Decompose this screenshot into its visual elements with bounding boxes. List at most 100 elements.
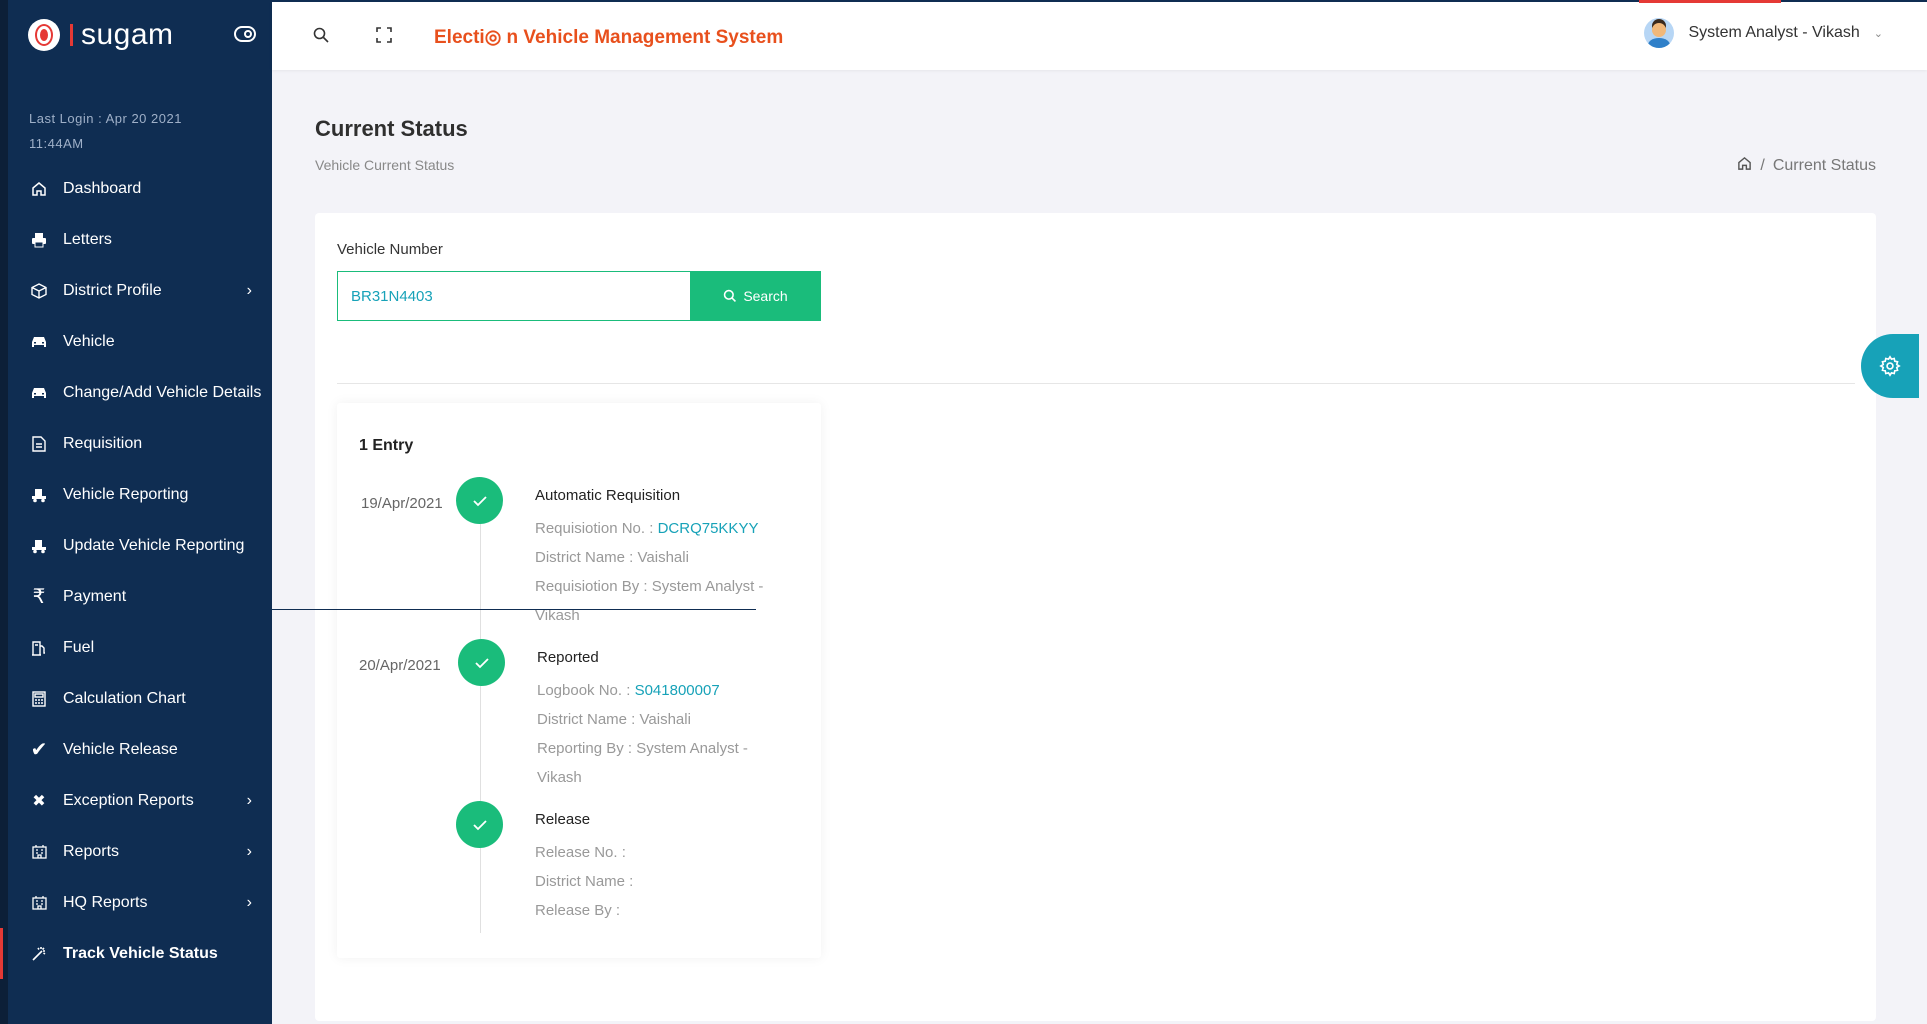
sidebar-item-change-add-vehicle-details[interactable]: Change/Add Vehicle Details bbox=[8, 367, 272, 418]
sidebar-item-district-profile[interactable]: District Profile › bbox=[8, 265, 272, 316]
sidebar-toggle-icon[interactable] bbox=[234, 26, 256, 42]
close-icon: ✖ bbox=[32, 792, 46, 810]
sidebar-item-label: Exception Reports bbox=[63, 791, 194, 809]
car-icon bbox=[29, 383, 49, 403]
rupee-icon: ₹ bbox=[32, 586, 46, 608]
vehicle-number-input[interactable] bbox=[337, 271, 690, 321]
truck-icon bbox=[29, 536, 49, 556]
sidebar-item-letters[interactable]: Letters bbox=[8, 214, 272, 265]
chevron-right-icon: › bbox=[246, 893, 252, 911]
sidebar-item-label: District Profile bbox=[63, 281, 162, 299]
sidebar: sugam Last Login : Apr 20 2021 11:44AM D… bbox=[0, 0, 272, 1024]
sidebar-item-label: Requisition bbox=[63, 434, 143, 452]
sidebar-item-vehicle-release[interactable]: ✔ Vehicle Release bbox=[8, 724, 272, 775]
chevron-right-icon: › bbox=[246, 842, 252, 860]
status-card: Vehicle Number Search 1 Entry 19/Apr/202… bbox=[315, 213, 1876, 1021]
sidebar-item-track-vehicle-status[interactable]: Track Vehicle Status bbox=[0, 928, 272, 979]
app-title: Electi◎ n Vehicle Management System bbox=[434, 27, 784, 48]
timeline-event-title: Release bbox=[535, 811, 591, 828]
district-name: District Name : Vaishali bbox=[535, 549, 689, 566]
district-name: District Name : Vaishali bbox=[537, 711, 691, 728]
sidebar-item-label: Payment bbox=[63, 587, 127, 605]
divider-line bbox=[272, 609, 756, 610]
breadcrumb-current: Current Status bbox=[1772, 157, 1876, 174]
sidebar-item-label: Vehicle Reporting bbox=[63, 485, 189, 503]
sidebar-item-label: Vehicle Release bbox=[63, 740, 178, 758]
home-icon[interactable] bbox=[1737, 156, 1752, 176]
page-title: Current Status bbox=[315, 116, 468, 141]
sidebar-item-reports[interactable]: Reports › bbox=[8, 826, 272, 877]
sidebar-item-vehicle-reporting[interactable]: Vehicle Reporting bbox=[8, 469, 272, 520]
chevron-right-icon: › bbox=[246, 281, 252, 299]
release-number: Release No. : bbox=[535, 844, 626, 861]
search-button[interactable]: Search bbox=[690, 271, 821, 321]
timeline-date: 19/Apr/2021 bbox=[361, 495, 443, 512]
brand-logo-icon bbox=[28, 19, 60, 51]
sidebar-item-vehicle[interactable]: Vehicle bbox=[8, 316, 272, 367]
chevron-down-icon: ⌄ bbox=[1873, 27, 1883, 40]
timeline-connector bbox=[480, 493, 481, 933]
topbar: Electi◎ n Vehicle Management System Syst… bbox=[272, 0, 1927, 70]
fuel-icon bbox=[29, 638, 49, 658]
requisition-by: Requisiotion By : System Analyst - Vikas… bbox=[535, 578, 764, 624]
cube-icon bbox=[29, 281, 49, 301]
search-button-label: Search bbox=[743, 288, 788, 304]
field-label: Requisiotion No. : bbox=[535, 520, 658, 537]
sidebar-item-requisition[interactable]: Requisition bbox=[8, 418, 272, 469]
document-icon bbox=[29, 434, 49, 454]
check-icon bbox=[456, 477, 503, 524]
timeline-event-title: Reported bbox=[537, 649, 599, 666]
timeline-event: Reported Logbook No. : S041800007 Distri… bbox=[537, 649, 787, 792]
sidebar-item-exception-reports[interactable]: ✖ Exception Reports › bbox=[8, 775, 272, 826]
settings-button[interactable] bbox=[1861, 334, 1919, 398]
release-by: Release By : bbox=[535, 902, 621, 919]
sidebar-item-dashboard[interactable]: Dashboard bbox=[8, 163, 272, 214]
requisition-number-value[interactable]: DCRQ75KKYY bbox=[658, 520, 759, 537]
timeline-event: Release Release No. : District Name : Re… bbox=[535, 811, 785, 925]
sidebar-item-update-vehicle-reporting[interactable]: Update Vehicle Reporting bbox=[8, 520, 272, 571]
fullscreen-icon[interactable] bbox=[375, 26, 393, 44]
divider bbox=[337, 383, 1855, 384]
sidebar-item-payment[interactable]: ₹ Payment bbox=[8, 571, 272, 622]
check-icon bbox=[456, 801, 503, 848]
user-menu[interactable]: System Analyst - Vikash ⌄ bbox=[1644, 18, 1883, 48]
vehicle-number-label: Vehicle Number bbox=[337, 241, 443, 258]
search-icon[interactable] bbox=[312, 26, 330, 44]
sidebar-item-label: Fuel bbox=[63, 638, 95, 656]
sidebar-item-label: Dashboard bbox=[63, 179, 142, 197]
sidebar-item-label: HQ Reports bbox=[63, 893, 148, 911]
sidebar-item-label: Change/Add Vehicle Details bbox=[63, 383, 262, 401]
district-name: District Name : bbox=[535, 873, 634, 890]
home-icon bbox=[29, 179, 49, 199]
sidebar-item-hq-reports[interactable]: HQ Reports › bbox=[8, 877, 272, 928]
calculator-icon bbox=[29, 689, 49, 709]
breadcrumb-separator: / bbox=[1760, 157, 1765, 174]
timeline-card: 1 Entry 19/Apr/2021 Automatic Requisitio… bbox=[337, 403, 821, 958]
chevron-right-icon: › bbox=[246, 791, 252, 809]
entry-count: 1 Entry bbox=[359, 437, 414, 454]
sidebar-item-label: Calculation Chart bbox=[63, 689, 186, 707]
field-label: Logbook No. : bbox=[537, 682, 635, 699]
brand-name: sugam bbox=[81, 18, 174, 51]
logbook-number-value[interactable]: S041800007 bbox=[635, 682, 720, 699]
brand: sugam bbox=[8, 0, 272, 70]
sidebar-item-label: Track Vehicle Status bbox=[63, 944, 218, 962]
timeline-event-title: Automatic Requisition bbox=[535, 487, 681, 504]
sidebar-item-fuel[interactable]: Fuel bbox=[8, 622, 272, 673]
sidebar-item-label: Reports bbox=[63, 842, 120, 860]
sidebar-item-label: Vehicle bbox=[63, 332, 115, 350]
breadcrumb: / Current Status bbox=[1737, 156, 1876, 176]
top-accent-strip bbox=[1639, 0, 1781, 3]
building-icon bbox=[29, 893, 49, 913]
sidebar-item-label: Letters bbox=[63, 230, 112, 248]
check-icon: ✔ bbox=[30, 739, 48, 761]
check-icon bbox=[458, 639, 505, 686]
reporting-by: Reporting By : System Analyst - Vikash bbox=[537, 740, 748, 786]
car-icon bbox=[29, 332, 49, 352]
sidebar-item-calculation-chart[interactable]: Calculation Chart bbox=[8, 673, 272, 724]
page-subtitle: Vehicle Current Status bbox=[315, 157, 455, 173]
logbook-number: Logbook No. : S041800007 bbox=[537, 676, 787, 705]
brand-separator bbox=[70, 24, 73, 46]
sidebar-item-label: Update Vehicle Reporting bbox=[63, 536, 245, 554]
printer-icon bbox=[29, 230, 49, 250]
